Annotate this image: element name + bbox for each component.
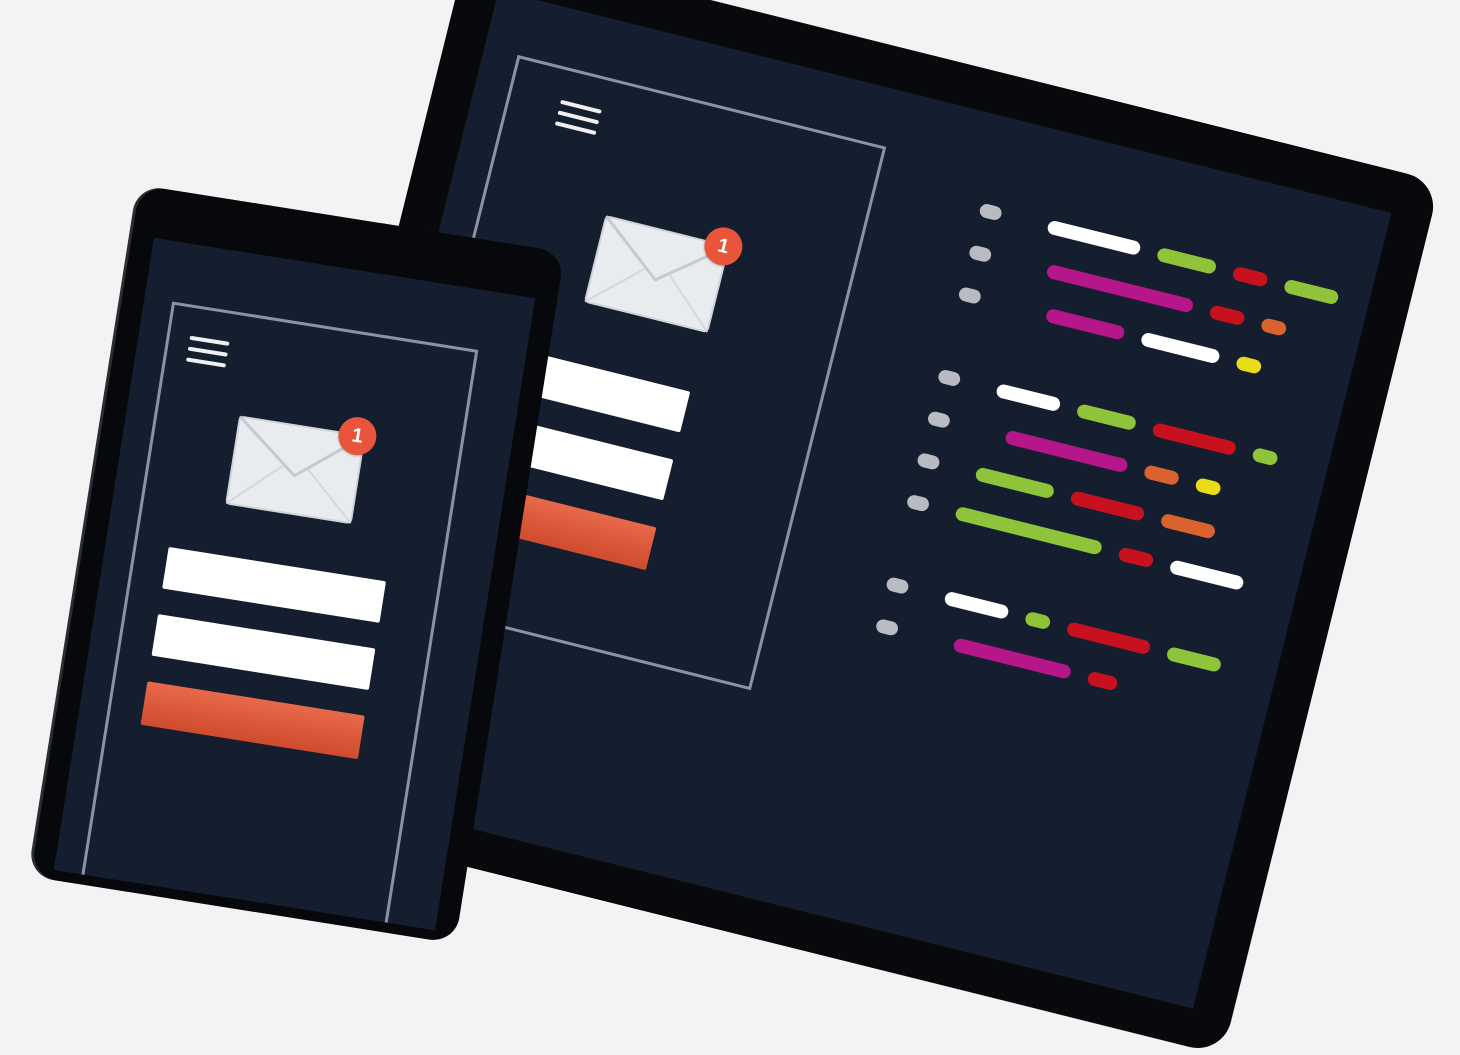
line-bullet — [936, 368, 962, 388]
code-token-yellow — [1234, 355, 1263, 375]
code-token-red — [1151, 421, 1238, 457]
code-token-green — [954, 505, 1104, 556]
code-token-white — [1046, 219, 1142, 257]
submit-button[interactable] — [140, 681, 365, 760]
envelope-icon[interactable]: 1 — [583, 214, 747, 335]
code-token-magenta — [1045, 263, 1195, 314]
code-token-red — [1065, 621, 1152, 656]
code-token-red — [1208, 304, 1246, 327]
code-token-magenta — [1004, 429, 1129, 474]
code-token-green — [1251, 446, 1279, 467]
envelope-graphic — [584, 215, 730, 333]
code-token-magenta — [1044, 307, 1126, 341]
code-token-red — [1117, 546, 1155, 569]
line-bullet — [905, 493, 931, 513]
line-bullet — [885, 576, 910, 596]
code-token-white — [943, 590, 1010, 620]
code-token-white — [1168, 559, 1245, 591]
code-token-red — [1069, 490, 1146, 522]
line-bullet — [967, 244, 993, 264]
line-bullet — [874, 617, 900, 637]
illustration: 1 1 — [0, 0, 1460, 1055]
code-token-yellow — [1194, 476, 1222, 497]
code-token-red — [1086, 670, 1119, 692]
line-bullet — [916, 451, 941, 471]
code-token-green — [1282, 278, 1340, 306]
mock-page-frame: 1 — [75, 301, 479, 931]
code-token-green — [1023, 610, 1052, 631]
hamburger-icon[interactable] — [553, 99, 602, 142]
code-token-green — [974, 466, 1056, 500]
code-token-orange — [1259, 317, 1288, 337]
code-token-orange — [1159, 512, 1217, 540]
line-bullet — [978, 202, 1004, 222]
code-token-white — [995, 383, 1062, 413]
code-token-red — [1231, 265, 1269, 288]
line-bullet — [957, 286, 983, 305]
code-token-magenta — [952, 637, 1073, 680]
code-token-green — [1165, 646, 1223, 673]
code-token-green — [1155, 246, 1218, 275]
line-bullet — [926, 410, 952, 430]
envelope-icon[interactable]: 1 — [224, 414, 380, 525]
code-token-orange — [1142, 464, 1181, 487]
form-field-1[interactable] — [162, 546, 387, 623]
form-field-2[interactable] — [151, 614, 376, 691]
code-token-white — [1139, 331, 1221, 365]
code-token-green — [1075, 403, 1138, 432]
hamburger-icon[interactable] — [185, 335, 230, 375]
